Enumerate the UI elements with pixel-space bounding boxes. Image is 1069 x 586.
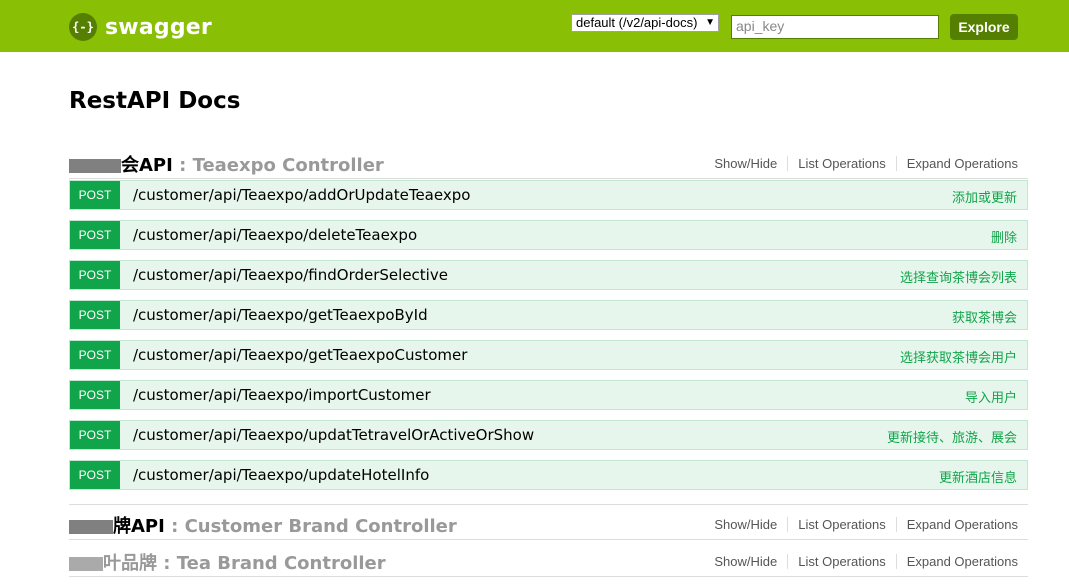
- http-method-badge[interactable]: POST: [70, 261, 120, 289]
- swagger-logo-text: swagger: [105, 14, 212, 40]
- resource-header: 会API : Teaexpo Controller Show/Hide List…: [69, 148, 1028, 179]
- operation-row[interactable]: POST /customer/api/Teaexpo/updatTetravel…: [69, 420, 1028, 450]
- operation-path[interactable]: /customer/api/Teaexpo/updatTetravelOrAct…: [133, 426, 534, 444]
- operation-row[interactable]: POST /customer/api/Teaexpo/importCustome…: [69, 380, 1028, 410]
- operation-path[interactable]: /customer/api/Teaexpo/findOrderSelective: [133, 266, 448, 284]
- resource-tea-brand: 叶品牌 : Tea Brand Controller Show/Hide Lis…: [69, 546, 1028, 577]
- operation-path[interactable]: /customer/api/Teaexpo/updateHotelInfo: [133, 466, 429, 484]
- operation-path[interactable]: /customer/api/Teaexpo/getTeaexpoById: [133, 306, 428, 324]
- swagger-logo-icon: {-}: [69, 13, 97, 41]
- resource-title[interactable]: 牌API : Customer Brand Controller: [69, 512, 457, 538]
- expand-operations-link[interactable]: Expand Operations: [897, 554, 1018, 569]
- show-hide-link[interactable]: Show/Hide: [714, 554, 789, 569]
- operation-row[interactable]: POST /customer/api/Teaexpo/findOrderSele…: [69, 260, 1028, 290]
- operation-row[interactable]: POST /customer/api/Teaexpo/deleteTeaexpo…: [69, 220, 1028, 250]
- http-method-badge[interactable]: POST: [70, 181, 120, 209]
- list-operations-link[interactable]: List Operations: [788, 554, 897, 569]
- resource-links: Show/Hide List Operations Expand Operati…: [714, 156, 1018, 171]
- http-method-badge[interactable]: POST: [70, 421, 120, 449]
- operation-path[interactable]: /customer/api/Teaexpo/deleteTeaexpo: [133, 226, 417, 244]
- redacted-text: [69, 520, 113, 534]
- operation-path[interactable]: /customer/api/Teaexpo/addOrUpdateTeaexpo: [133, 186, 470, 204]
- operation-row[interactable]: POST /customer/api/Teaexpo/updateHotelIn…: [69, 460, 1028, 490]
- http-method-badge[interactable]: POST: [70, 461, 120, 489]
- top-bar: {-} swagger default (/v2/api-docs) ▼ api…: [0, 0, 1069, 52]
- dropdown-arrow-icon: ▼: [705, 17, 715, 28]
- swagger-logo[interactable]: {-} swagger: [69, 12, 212, 42]
- operation-summary[interactable]: 更新接待、旅游、展会: [887, 427, 1017, 446]
- http-method-badge[interactable]: POST: [70, 221, 120, 249]
- resource-header: 牌API : Customer Brand Controller Show/Hi…: [69, 509, 1028, 540]
- operation-summary[interactable]: 更新酒店信息: [939, 467, 1017, 486]
- http-method-badge[interactable]: POST: [70, 341, 120, 369]
- api-key-input[interactable]: api_key: [731, 15, 939, 39]
- api-spec-select-value: default (/v2/api-docs): [576, 15, 698, 30]
- expand-operations-link[interactable]: Expand Operations: [897, 156, 1018, 171]
- operation-summary[interactable]: 选择查询茶博会列表: [900, 267, 1017, 286]
- operations-list: POST /customer/api/Teaexpo/addOrUpdateTe…: [69, 180, 1028, 490]
- operation-summary[interactable]: 选择获取茶博会用户: [900, 347, 1017, 366]
- operation-summary[interactable]: 删除: [991, 227, 1017, 246]
- list-operations-link[interactable]: List Operations: [788, 517, 897, 532]
- resource-title[interactable]: 叶品牌 : Tea Brand Controller: [69, 549, 386, 575]
- resource-links: Show/Hide List Operations Expand Operati…: [714, 517, 1018, 532]
- resource-customer-brand: 牌API : Customer Brand Controller Show/Hi…: [69, 504, 1028, 540]
- operation-path[interactable]: /customer/api/Teaexpo/getTeaexpoCustomer: [133, 346, 467, 364]
- resource-title[interactable]: 会API : Teaexpo Controller: [69, 151, 384, 177]
- api-spec-select[interactable]: default (/v2/api-docs) ▼: [571, 14, 719, 32]
- redacted-text: [69, 159, 121, 173]
- operation-summary[interactable]: 导入用户: [965, 387, 1017, 406]
- show-hide-link[interactable]: Show/Hide: [714, 517, 789, 532]
- operation-row[interactable]: POST /customer/api/Teaexpo/addOrUpdateTe…: [69, 180, 1028, 210]
- explore-button[interactable]: Explore: [950, 14, 1018, 40]
- page-title: RestAPI Docs: [69, 88, 241, 114]
- resource-links: Show/Hide List Operations Expand Operati…: [714, 554, 1018, 569]
- operation-row[interactable]: POST /customer/api/Teaexpo/getTeaexpoCus…: [69, 340, 1028, 370]
- operation-path[interactable]: /customer/api/Teaexpo/importCustomer: [133, 386, 431, 404]
- show-hide-link[interactable]: Show/Hide: [714, 156, 789, 171]
- list-operations-link[interactable]: List Operations: [788, 156, 897, 171]
- operation-row[interactable]: POST /customer/api/Teaexpo/getTeaexpoByI…: [69, 300, 1028, 330]
- expand-operations-link[interactable]: Expand Operations: [897, 517, 1018, 532]
- operation-summary[interactable]: 获取茶博会: [952, 307, 1017, 326]
- resource-header: 叶品牌 : Tea Brand Controller Show/Hide Lis…: [69, 546, 1028, 577]
- http-method-badge[interactable]: POST: [70, 301, 120, 329]
- operation-summary[interactable]: 添加或更新: [952, 187, 1017, 206]
- http-method-badge[interactable]: POST: [70, 381, 120, 409]
- resource-teaexpo: 会API : Teaexpo Controller Show/Hide List…: [69, 148, 1028, 490]
- redacted-text: [69, 557, 103, 571]
